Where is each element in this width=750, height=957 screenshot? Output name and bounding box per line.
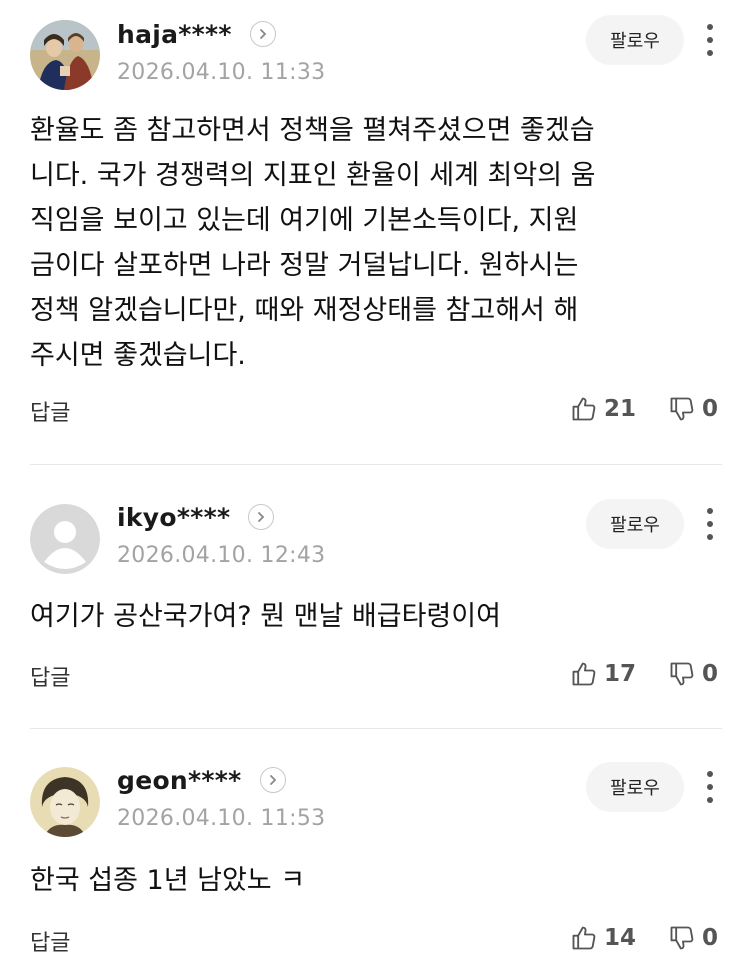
avatar-portrait-image [30,767,100,837]
like-button[interactable]: 21 [570,395,636,423]
more-vertical-icon[interactable] [700,504,720,544]
follow-button[interactable]: 팔로우 [586,15,684,65]
like-count: 21 [604,396,637,422]
username-row: ikyo**** [117,500,275,534]
comment-item: haja**** 2026.04.10. 11:33 팔로우 환율도 좀 참고하… [0,0,750,466]
avatar[interactable] [30,20,100,90]
thumbs-up-icon [572,397,596,421]
avatar-painting-image [30,20,100,90]
chevron-right-icon[interactable] [249,21,276,47]
dislike-count: 0 [702,925,719,951]
like-button[interactable]: 14 [570,924,636,952]
thumbs-down-icon [670,926,694,950]
comment-text: 한국 섭종 1년 남았노 ㅋ [30,865,306,896]
chevron-right-icon[interactable] [248,504,275,530]
username-row: geon**** [117,763,286,797]
username[interactable]: geon**** [117,766,242,795]
dislike-button[interactable]: 0 [668,395,718,423]
dislike-count: 0 [702,396,719,422]
username-row: haja**** [117,17,276,51]
timestamp: 2026.04.10. 11:33 [117,60,326,85]
like-count: 17 [604,661,637,687]
dislike-count: 0 [702,661,719,687]
username[interactable]: ikyo**** [117,503,230,532]
follow-button[interactable]: 팔로우 [586,499,684,549]
divider [30,464,722,465]
comment-text: 환율도 좀 참고하면서 정책을 펼쳐주셨으면 좋겠습 니다. 국가 경쟁력의 지… [30,115,596,371]
reply-button[interactable]: 답글 [30,925,70,957]
thumbs-up-icon [572,662,596,686]
comment-text: 여기가 공산국가여? 뭔 맨날 배급타령이여 [30,601,501,632]
dislike-button[interactable]: 0 [668,924,718,952]
follow-button[interactable]: 팔로우 [586,762,684,812]
dislike-button[interactable]: 0 [668,660,718,688]
chevron-right-icon[interactable] [259,767,286,793]
reply-button[interactable]: 답글 [30,660,70,692]
avatar[interactable] [30,504,100,574]
thumbs-down-icon [670,662,694,686]
thumbs-up-icon [572,926,596,950]
more-vertical-icon[interactable] [700,20,720,60]
like-button[interactable]: 17 [570,660,636,688]
like-count: 14 [604,925,637,951]
username[interactable]: haja**** [117,20,232,49]
thumbs-down-icon [670,397,694,421]
avatar[interactable] [30,767,100,837]
comment-item: ikyo**** 2026.04.10. 12:43 팔로우 여기가 공산국가여… [0,466,750,730]
more-vertical-icon[interactable] [700,767,720,807]
comment-item: geon**** 2026.04.10. 11:53 팔로우 한국 섭종 1년 … [0,730,750,956]
reply-button[interactable]: 답글 [30,395,70,427]
divider [30,728,722,729]
timestamp: 2026.04.10. 11:53 [117,806,326,831]
timestamp: 2026.04.10. 12:43 [117,543,326,568]
default-avatar-icon [30,504,100,574]
